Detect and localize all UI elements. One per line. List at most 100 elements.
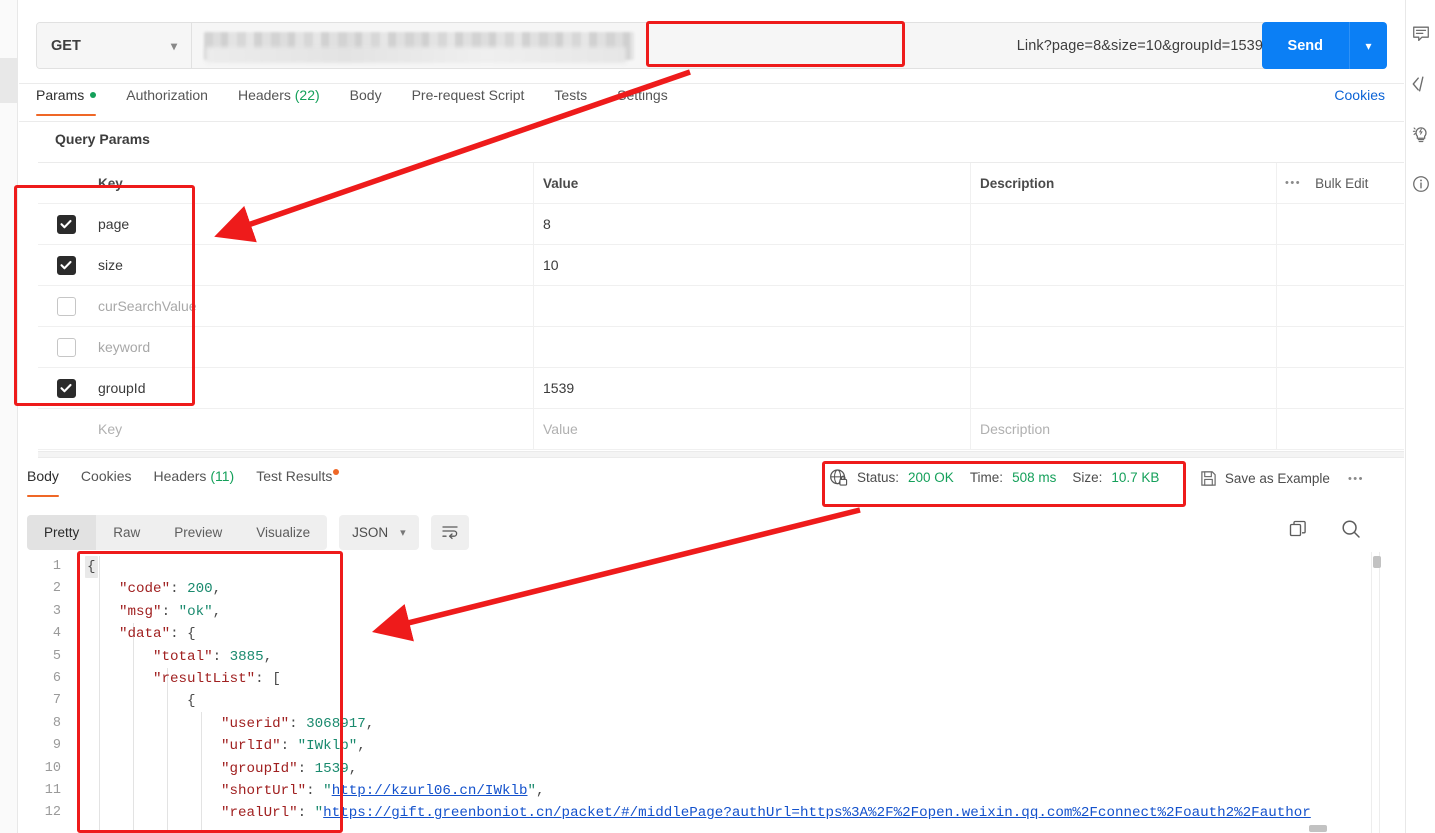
- view-mode-preview[interactable]: Preview: [157, 515, 239, 550]
- new-param-value-input[interactable]: Value: [534, 408, 971, 450]
- response-body-code[interactable]: 1{2 "code": 200, 3 "msg": "ok", 4 "data": {5 "…: [27, 556, 1404, 833]
- url-input[interactable]: Link?page=8&size=10&groupId=1539: [192, 23, 1273, 68]
- view-mode-segmented-control: Pretty Raw Preview Visualize: [27, 514, 328, 550]
- param-value-cell[interactable]: 1539: [534, 367, 971, 409]
- response-actions: Save as Example •••: [1200, 470, 1364, 487]
- status-value: 200 OK: [908, 470, 954, 485]
- tab-pre-request-script[interactable]: Pre-request Script: [412, 84, 525, 115]
- code-token: "code": [119, 581, 171, 598]
- tab-test-results[interactable]: Test Results: [256, 465, 340, 496]
- method-selector[interactable]: GET ▾: [37, 23, 192, 68]
- send-options-caret-icon[interactable]: ▾: [1349, 22, 1387, 69]
- param-enabled-checkbox[interactable]: [56, 296, 76, 316]
- code-icon[interactable]: [1411, 74, 1431, 94]
- format-selector[interactable]: JSON ▾: [339, 514, 419, 550]
- param-value-cell[interactable]: 8: [534, 203, 971, 245]
- param-key-cell[interactable]: page: [94, 203, 534, 245]
- tab-response-headers-count: (11): [210, 468, 235, 484]
- param-value-cell[interactable]: [534, 326, 971, 368]
- response-more-options-icon[interactable]: •••: [1348, 473, 1364, 485]
- param-description-cell[interactable]: [971, 285, 1277, 327]
- query-params-title: Query Params: [55, 131, 150, 147]
- param-key-cell[interactable]: curSearchValue: [94, 285, 534, 327]
- tab-params-label: Params: [36, 87, 85, 103]
- param-enabled-checkbox[interactable]: [56, 378, 76, 398]
- vertical-scrollbar-thumb[interactable]: [1373, 556, 1381, 568]
- new-param-description-input[interactable]: Description: [971, 408, 1277, 450]
- tab-response-cookies[interactable]: Cookies: [81, 465, 132, 496]
- new-param-key-input[interactable]: Key: [94, 408, 534, 450]
- param-description-cell[interactable]: [971, 367, 1277, 409]
- code-token: :: [255, 670, 273, 687]
- code-token: :: [297, 805, 315, 822]
- param-key-cell[interactable]: keyword: [94, 326, 534, 368]
- param-description-cell[interactable]: [971, 244, 1277, 286]
- response-splitter[interactable]: [38, 451, 1404, 458]
- size-label: Size:: [1072, 470, 1103, 485]
- tab-headers[interactable]: Headers (22): [238, 84, 320, 115]
- param-enabled-checkbox[interactable]: [56, 214, 76, 234]
- save-as-example-label: Save as Example: [1224, 471, 1330, 486]
- tab-authorization[interactable]: Authorization: [126, 84, 208, 115]
- send-button[interactable]: Send: [1261, 22, 1349, 69]
- wrap-lines-button[interactable]: [430, 514, 469, 550]
- code-line: 8 "userid": 3068917,: [27, 713, 1404, 735]
- tab-body[interactable]: Body: [350, 84, 382, 115]
- param-description-cell[interactable]: [971, 326, 1277, 368]
- tab-params[interactable]: Params: [36, 84, 97, 116]
- code-token: :: [289, 715, 307, 732]
- url-bar[interactable]: GET ▾ Link?page=8&size=10&groupId=1539: [36, 22, 1274, 69]
- code-token: :: [280, 738, 298, 755]
- code-token: "userid": [221, 715, 290, 732]
- vertical-scrollbar[interactable]: [1371, 552, 1381, 833]
- save-icon: [1201, 471, 1216, 486]
- code-line-text: "total": 3885,: [71, 646, 272, 668]
- header-bulk-cell: ••• Bulk Edit: [1277, 163, 1404, 204]
- code-line-number: 1: [52, 559, 61, 574]
- param-enabled-checkbox[interactable]: [56, 337, 76, 357]
- method-label: GET: [51, 37, 81, 54]
- chevron-down-icon: ▾: [400, 526, 406, 539]
- search-icon[interactable]: [1340, 518, 1362, 540]
- code-lines: 1{2 "code": 200, 3 "msg": "ok", 4 "data": {5 "…: [27, 556, 1404, 825]
- chevron-down-icon: ▾: [170, 38, 177, 53]
- horizontal-scrollbar[interactable]: [79, 825, 1364, 833]
- tab-settings[interactable]: Settings: [617, 84, 668, 115]
- view-mode-pretty[interactable]: Pretty: [27, 514, 97, 550]
- bulk-edit-button[interactable]: Bulk Edit: [1315, 176, 1368, 191]
- tab-tests[interactable]: Tests: [554, 84, 587, 115]
- save-as-example-button[interactable]: Save as Example: [1200, 470, 1330, 487]
- comment-icon[interactable]: [1411, 24, 1431, 44]
- code-line: 9 "urlId": "IWklb",: [27, 735, 1404, 757]
- lightbulb-icon[interactable]: [1411, 124, 1431, 144]
- globe-lock-icon: [830, 469, 848, 486]
- code-token: {: [187, 626, 196, 643]
- code-link[interactable]: https://gift.greenboniot.cn/packet/#/mid…: [323, 805, 1311, 821]
- response-body-tools-right: [1288, 518, 1362, 540]
- param-description-cell[interactable]: [971, 203, 1277, 245]
- copy-icon[interactable]: [1288, 519, 1308, 539]
- code-token: "shortUrl": [221, 782, 307, 799]
- row-actions-cell: [1277, 368, 1404, 409]
- table-row: page 8: [38, 203, 1404, 245]
- code-link[interactable]: http://kzurl06.cn/IWklb: [332, 783, 528, 799]
- param-key-cell[interactable]: groupId: [94, 367, 534, 409]
- tab-response-headers[interactable]: Headers (11): [154, 465, 235, 496]
- view-mode-raw[interactable]: Raw: [96, 515, 157, 550]
- view-mode-visualize[interactable]: Visualize: [239, 515, 327, 550]
- code-line: 6 "resultList": [: [27, 668, 1404, 690]
- param-value-cell[interactable]: 10: [534, 244, 971, 286]
- param-value-cell[interactable]: [534, 285, 971, 327]
- request-response-pane: GET ▾ Link?page=8&size=10&groupId=1539 S…: [19, 0, 1404, 833]
- more-options-icon[interactable]: •••: [1285, 177, 1301, 189]
- horizontal-scrollbar-thumb[interactable]: [1309, 825, 1327, 832]
- param-enabled-checkbox[interactable]: [56, 255, 76, 275]
- tab-response-body[interactable]: Body: [27, 465, 59, 497]
- param-key-cell[interactable]: size: [94, 244, 534, 286]
- info-icon[interactable]: [1411, 174, 1431, 194]
- time-value: 508 ms: [1012, 470, 1057, 485]
- code-token: 1539: [314, 760, 349, 777]
- cookies-link[interactable]: Cookies: [1334, 84, 1385, 106]
- table-new-row: Key Value Description: [38, 408, 1404, 450]
- code-line-text: "resultList": [: [71, 668, 281, 690]
